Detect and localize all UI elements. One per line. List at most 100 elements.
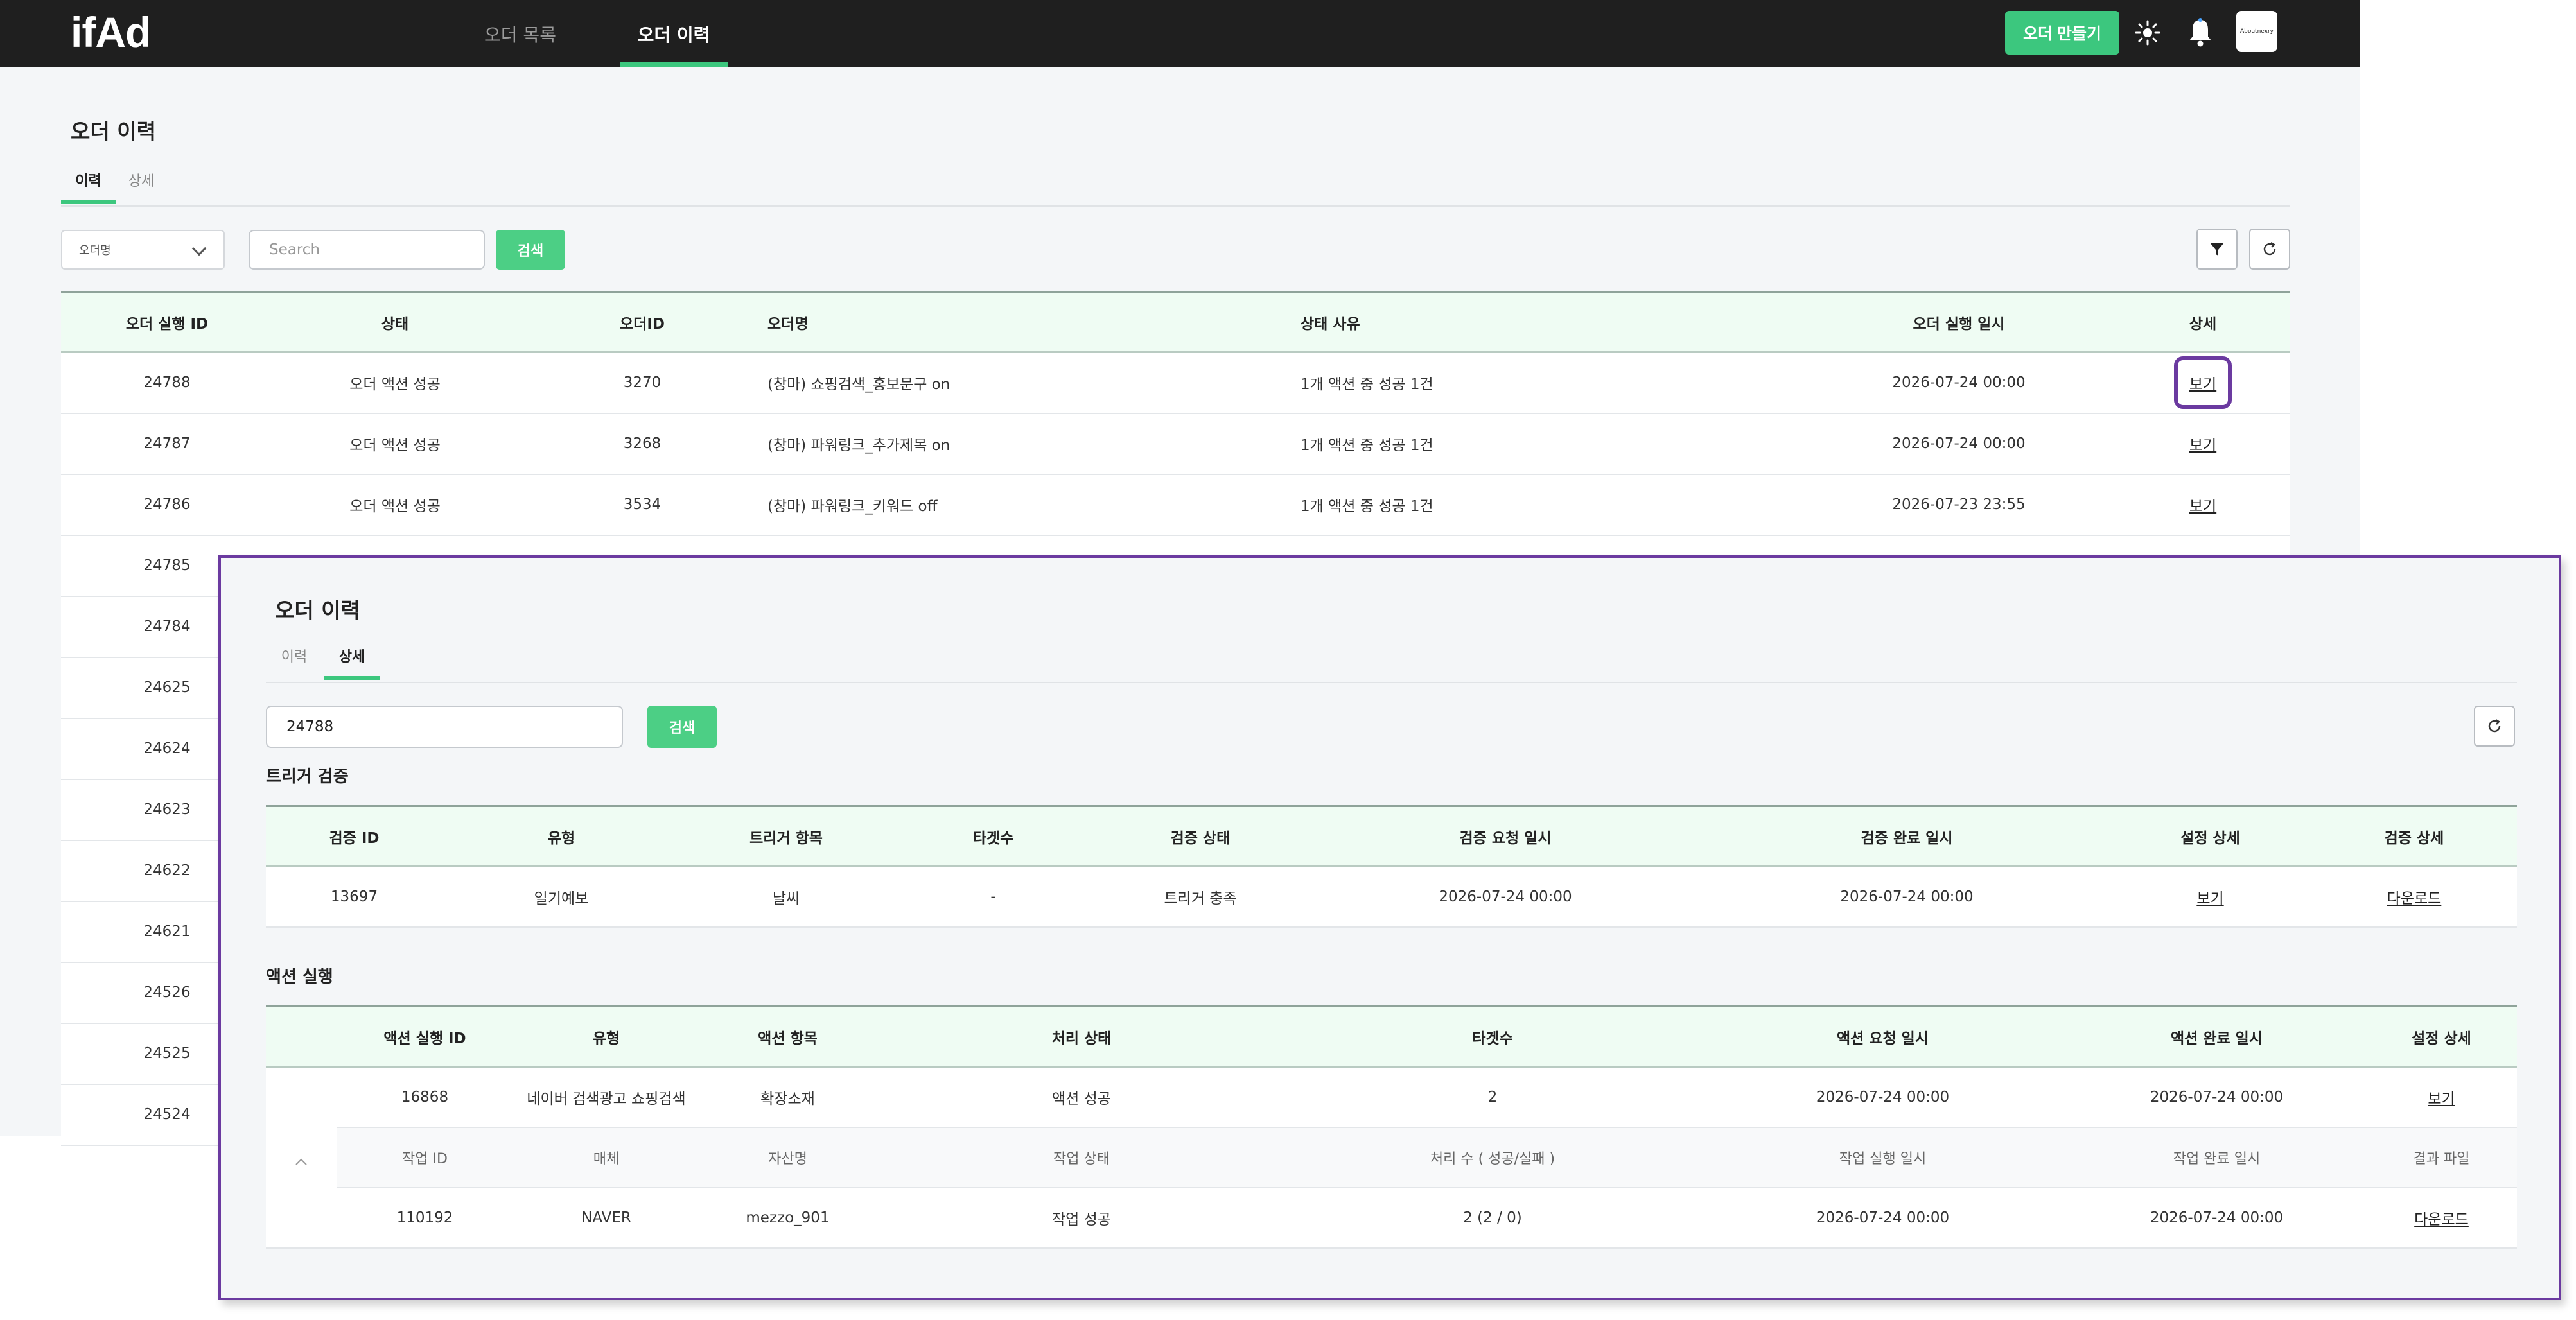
detail-refresh-button[interactable] xyxy=(2474,706,2515,747)
tab-detail[interactable]: 상세 xyxy=(122,166,161,204)
complete-datetime: 2026-07-24 00:00 xyxy=(1704,866,2109,928)
execution-id: 24787 xyxy=(61,413,273,475)
execution-datetime: 2026-07-24 00:00 xyxy=(1801,413,2116,475)
action-complete-datetime: 2026-07-24 00:00 xyxy=(2067,1066,2366,1128)
column-header: 검증 상세 xyxy=(2311,805,2517,867)
detail-search-button[interactable]: 검색 xyxy=(647,706,717,748)
sub-column-header: 작업 ID xyxy=(337,1127,513,1188)
collapse-toggle-cell[interactable] xyxy=(266,1066,337,1249)
search-button[interactable]: 검색 xyxy=(496,230,565,270)
sub-column-header: 결과 파일 xyxy=(2366,1127,2517,1188)
table-row[interactable]: 24787 오더 액션 성공 3268 (창마) 파워링크_추가제목 on 1개… xyxy=(61,413,2290,475)
search-input[interactable]: Search xyxy=(249,230,485,270)
tab-history[interactable]: 이력 xyxy=(61,166,116,204)
detail-tab-divider xyxy=(266,682,2517,683)
order-name: (창마) 파워링크_추가제목 on xyxy=(767,413,1301,475)
column-header: 액션 항목 xyxy=(699,1005,876,1068)
detail-tab-detail[interactable]: 상세 xyxy=(324,641,380,680)
column-header: 상태 xyxy=(273,291,517,353)
column-header: 오더ID xyxy=(517,291,767,353)
asset-name: mezzo_901 xyxy=(699,1187,876,1249)
column-header: 검증 요청 일시 xyxy=(1306,805,1704,867)
trigger-row: 13697 일기예보 날씨 - 트리거 충족 2026-07-24 00:00 … xyxy=(266,866,2517,928)
sub-column-header: 매체 xyxy=(513,1127,699,1188)
bell-icon[interactable] xyxy=(2184,16,2217,49)
order-id: 3534 xyxy=(517,474,767,536)
user-avatar[interactable]: Aboutnexry xyxy=(2236,11,2277,52)
settings-detail-cell: 보기 xyxy=(2366,1066,2517,1128)
refresh-icon xyxy=(2488,718,2501,733)
order-detail-panel: 오더 이력 이력 상세 24788 검색 트리거 검증 검증 ID 유형 트리거… xyxy=(218,555,2561,1300)
action-table: 액션 실행 ID 유형 액션 항목 처리 상태 타겟수 액션 요청 일시 액션 … xyxy=(266,1005,2517,1249)
job-row: 110192 NAVER mezzo_901 작업 성공 2 (2 / 0) 2… xyxy=(266,1187,2517,1249)
table-row[interactable]: 24788 오더 액션 성공 3270 (창마) 쇼핑검색_홍보문구 on 1개… xyxy=(61,352,2290,414)
highlight-box: 보기 xyxy=(2173,356,2232,410)
column-header: 유형 xyxy=(442,805,680,867)
filter-select[interactable]: 오더명 xyxy=(61,230,225,270)
column-header: 타겟수 xyxy=(892,805,1094,867)
action-row: 16868 네이버 검색광고 쇼핑검색 확장소재 액션 성공 2 2026-07… xyxy=(266,1066,2517,1249)
app-logo[interactable]: ifAd xyxy=(71,6,151,58)
column-header: 설정 상세 xyxy=(2366,1005,2517,1068)
view-link[interactable]: 보기 xyxy=(2196,890,2223,907)
view-link[interactable]: 보기 xyxy=(2189,498,2216,515)
column-header-blank xyxy=(266,1005,337,1068)
media: NAVER xyxy=(513,1187,699,1249)
job-execution-datetime: 2026-07-24 00:00 xyxy=(1698,1187,2067,1249)
action-execution-id: 16868 xyxy=(337,1066,513,1128)
avatar-label: Aboutnexry xyxy=(2239,28,2274,35)
table-row[interactable]: 24786 오더 액션 성공 3534 (창마) 파워링크_키워드 off 1개… xyxy=(61,474,2290,536)
status: 오더 액션 성공 xyxy=(273,474,517,536)
detail-tab-history[interactable]: 이력 xyxy=(275,641,313,680)
page-title: 오더 이력 xyxy=(71,119,156,144)
execution-id-input[interactable]: 24788 xyxy=(266,706,623,748)
column-header: 설정 상세 xyxy=(2109,805,2311,867)
column-header: 상세 xyxy=(2116,291,2290,353)
nav-tab-order-history[interactable]: 오더 이력 xyxy=(620,0,728,67)
result-file-cell: 다운로드 xyxy=(2366,1187,2517,1249)
top-navigation-bar: ifAd 오더 목록 오더 이력 오더 만들기 Aboutnexry xyxy=(0,0,2360,67)
column-header: 오더명 xyxy=(767,291,1301,353)
nav-tab-order-list[interactable]: 오더 목록 xyxy=(450,0,591,67)
order-name: (창마) 쇼핑검색_홍보문구 on xyxy=(767,352,1301,414)
search-placeholder: Search xyxy=(269,241,320,258)
column-header: 오더 실행 ID xyxy=(61,291,273,353)
trigger-type: 일기예보 xyxy=(442,866,680,928)
column-header: 상태 사유 xyxy=(1301,291,1801,353)
download-link[interactable]: 다운로드 xyxy=(2414,1211,2469,1228)
status-reason: 1개 액션 중 성공 1건 xyxy=(1301,474,1801,536)
action-item: 확장소재 xyxy=(699,1066,876,1128)
view-link[interactable]: 보기 xyxy=(2428,1091,2455,1107)
filter-button[interactable] xyxy=(2196,229,2238,270)
tab-divider xyxy=(61,205,2290,207)
sub-column-header: 작업 상태 xyxy=(876,1127,1287,1188)
validation-status: 트리거 충족 xyxy=(1094,866,1306,928)
column-header: 액션 완료 일시 xyxy=(2067,1005,2366,1068)
trigger-section-title: 트리거 검증 xyxy=(266,767,349,786)
action-section-title: 액션 실행 xyxy=(266,968,333,987)
column-header: 처리 상태 xyxy=(876,1005,1287,1068)
action-request-datetime: 2026-07-24 00:00 xyxy=(1698,1066,2067,1128)
trigger-header-row: 검증 ID 유형 트리거 항목 타겟수 검증 상태 검증 요청 일시 검증 완료… xyxy=(266,805,2517,867)
order-id: 3270 xyxy=(517,352,767,414)
detail-cell: 보기 xyxy=(2116,413,2290,475)
refresh-button[interactable] xyxy=(2249,229,2290,270)
execution-id: 24786 xyxy=(61,474,273,536)
download-link[interactable]: 다운로드 xyxy=(2387,890,2442,907)
refresh-icon xyxy=(2263,241,2276,256)
create-order-button[interactable]: 오더 만들기 xyxy=(2005,11,2119,55)
process-count: 2 (2 / 0) xyxy=(1287,1187,1698,1249)
column-header: 검증 완료 일시 xyxy=(1704,805,2109,867)
view-link[interactable]: 보기 xyxy=(2189,376,2216,393)
process-status: 액션 성공 xyxy=(876,1066,1287,1128)
filter-icon xyxy=(2210,243,2224,256)
column-header: 액션 요청 일시 xyxy=(1698,1005,2067,1068)
view-link[interactable]: 보기 xyxy=(2189,437,2216,454)
column-header: 유형 xyxy=(513,1005,699,1068)
detail-cell: 보기 xyxy=(2116,352,2290,414)
target-count: - xyxy=(892,866,1094,928)
execution-datetime: 2026-07-24 00:00 xyxy=(1801,352,2116,414)
sun-icon[interactable] xyxy=(2131,16,2164,49)
execution-id-input-value: 24788 xyxy=(286,718,334,735)
column-header: 검증 상태 xyxy=(1094,805,1306,867)
